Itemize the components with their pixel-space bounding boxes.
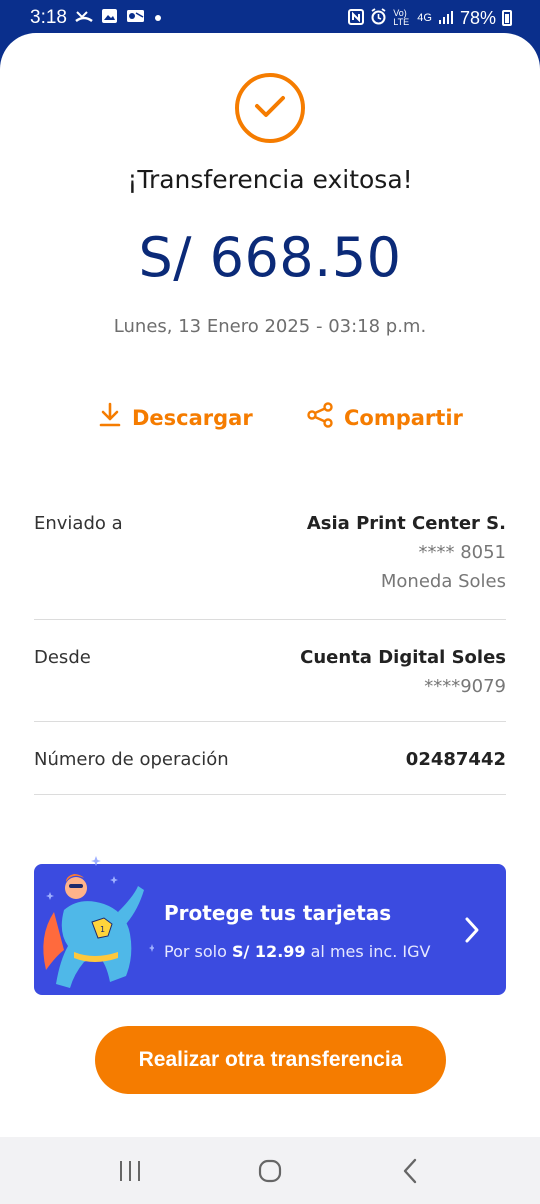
home-button[interactable] — [240, 1151, 300, 1191]
banner-subtitle: Por solo S/ 12.99 al mes inc. IGV — [164, 942, 430, 961]
receipt-card: ¡Transferencia exitosa! S/ 668.50 Lunes,… — [0, 33, 540, 1137]
nfc-icon — [348, 8, 365, 28]
banner-sub-prefix: Por solo — [164, 942, 232, 961]
sent-to-values: Asia Print Center S. **** 8051 Moneda So… — [307, 513, 506, 592]
download-button[interactable]: Descargar — [98, 402, 253, 433]
battery-icon — [502, 10, 512, 26]
share-icon — [306, 402, 334, 433]
source-account-name: Cuenta Digital Soles — [300, 647, 506, 668]
recipient-account: **** 8051 — [418, 542, 506, 563]
operation-label: Número de operación — [34, 749, 229, 770]
image-icon — [101, 8, 118, 28]
banner-sub-suffix: al mes inc. IGV — [305, 942, 431, 961]
back-button[interactable] — [380, 1151, 440, 1191]
operation-values: 02487442 — [406, 749, 506, 770]
status-bar: 3:18 Vo) LTE 4G 78% — [0, 0, 540, 36]
download-label: Descargar — [132, 405, 253, 430]
outlook-icon — [126, 8, 145, 28]
divider — [34, 721, 506, 722]
divider — [34, 619, 506, 620]
signal-icon — [438, 10, 454, 27]
system-nav-bar — [0, 1137, 540, 1204]
protect-cards-banner[interactable]: 1 Protege tus tarjetas Por solo S/ 12.99… — [34, 856, 506, 995]
share-button[interactable]: Compartir — [306, 402, 463, 433]
share-label: Compartir — [344, 405, 463, 430]
home-icon — [258, 1159, 282, 1182]
recipient-name: Asia Print Center S. — [306, 513, 506, 534]
from-label: Desde — [34, 647, 91, 668]
4g-icon: 4G — [417, 12, 432, 24]
transfer-amount: S/ 668.50 — [138, 226, 402, 289]
recent-apps-icon — [120, 1160, 140, 1181]
recipient-currency: Moneda Soles — [380, 571, 506, 592]
banner-price: S/ 12.99 — [231, 942, 306, 961]
status-left: 3:18 — [30, 7, 163, 29]
status-right: Vo) LTE 4G 78% — [348, 8, 512, 29]
recent-apps-button[interactable] — [100, 1151, 160, 1191]
operation-number: 02487442 — [405, 749, 506, 770]
from-row: Desde Cuenta Digital Soles ****9079 — [34, 647, 506, 697]
download-icon — [98, 402, 122, 433]
superhero-illustration: 1 — [34, 852, 155, 1001]
operation-row: Número de operación 02487442 — [34, 749, 506, 770]
back-icon — [403, 1158, 417, 1183]
divider — [34, 794, 506, 795]
missed-call-icon — [75, 8, 93, 28]
transfer-date: Lunes, 13 Enero 2025 - 03:18 p.m. — [113, 316, 427, 337]
alarm-icon — [370, 8, 387, 28]
sent-to-row: Enviado a Asia Print Center S. **** 8051… — [34, 513, 506, 592]
chevron-right-icon — [464, 916, 480, 948]
volte-icon: Vo) LTE — [393, 8, 410, 27]
page-title: ¡Transferencia exitosa! — [127, 165, 413, 194]
from-values: Cuenta Digital Soles ****9079 — [300, 647, 506, 697]
status-time: 3:18 — [30, 7, 67, 28]
success-check-icon — [235, 73, 305, 143]
banner-title: Protege tus tarjetas — [164, 901, 392, 925]
dot-icon — [153, 10, 163, 27]
svg-text:1: 1 — [100, 925, 105, 934]
source-account-number: ****9079 — [424, 676, 506, 697]
battery-percent: 78% — [459, 7, 496, 28]
new-transfer-button[interactable]: Realizar otra transferencia — [95, 1026, 446, 1094]
sent-to-label: Enviado a — [34, 513, 123, 534]
